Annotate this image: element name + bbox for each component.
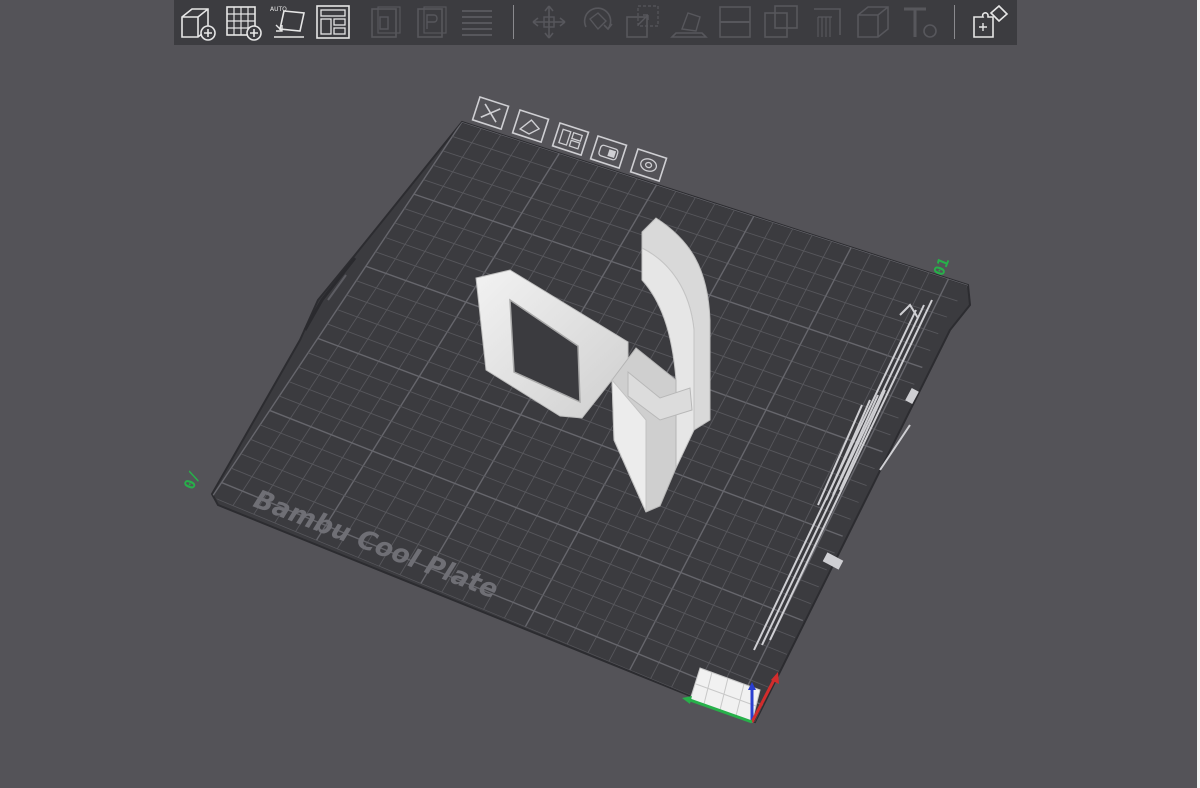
text-tool-button[interactable] bbox=[900, 3, 938, 41]
support-painting-icon bbox=[814, 8, 841, 37]
layers-button[interactable] bbox=[458, 3, 496, 41]
toolbar-separator bbox=[513, 5, 514, 39]
copy-icon bbox=[371, 6, 401, 38]
puzzle-split-icon bbox=[973, 4, 1009, 38]
auto-orient-button[interactable]: AUTO bbox=[270, 3, 308, 41]
lay-on-face-icon bbox=[670, 12, 708, 38]
arrange-icon bbox=[316, 5, 350, 39]
cut-button[interactable] bbox=[716, 3, 754, 41]
toolbar-separator-2 bbox=[954, 5, 955, 39]
cut-icon bbox=[719, 6, 751, 38]
copy-button[interactable] bbox=[366, 3, 404, 41]
rotate-button[interactable] bbox=[578, 3, 616, 41]
boolean-button[interactable] bbox=[762, 3, 800, 41]
add-plate-icon bbox=[226, 6, 262, 41]
scale-button[interactable] bbox=[624, 3, 662, 41]
orient-plate-icon[interactable] bbox=[511, 108, 550, 144]
add-cube-icon bbox=[181, 8, 216, 41]
split-to-parts-button[interactable] bbox=[971, 3, 1009, 41]
main-toolbar: AUTO bbox=[174, 0, 1017, 45]
text-tool-icon bbox=[904, 7, 937, 38]
add-object-button[interactable] bbox=[178, 3, 216, 41]
scale-icon bbox=[626, 5, 659, 38]
layers-icon bbox=[462, 10, 492, 36]
plate-settings-icon[interactable] bbox=[629, 147, 668, 183]
delete-plate-icon[interactable] bbox=[471, 95, 510, 131]
boolean-icon bbox=[764, 5, 798, 38]
add-plate-button[interactable] bbox=[224, 3, 262, 41]
arrange-plate-icon[interactable] bbox=[551, 121, 590, 157]
rotate-icon bbox=[583, 7, 613, 31]
3d-viewport[interactable]: Bambu Cool Plate 01 0/ AUTO bbox=[0, 0, 1200, 788]
cube-outline-icon bbox=[857, 6, 889, 38]
support-painting-button[interactable] bbox=[808, 3, 846, 41]
plate-number-left: 0/ bbox=[180, 469, 203, 492]
move-button[interactable] bbox=[530, 3, 568, 41]
auto-orient-label: AUTO bbox=[270, 6, 287, 13]
build-plate-scene[interactable]: Bambu Cool Plate 01 0/ bbox=[0, 0, 1200, 788]
move-icon bbox=[532, 5, 566, 39]
paste-button[interactable] bbox=[412, 3, 450, 41]
arrange-button[interactable] bbox=[314, 3, 352, 41]
build-plate[interactable]: Bambu Cool Plate 01 0/ bbox=[180, 120, 972, 724]
seam-painting-button[interactable] bbox=[854, 3, 892, 41]
lay-on-face-button[interactable] bbox=[670, 3, 708, 41]
lock-plate-icon[interactable] bbox=[589, 134, 628, 170]
paste-icon bbox=[417, 6, 447, 38]
